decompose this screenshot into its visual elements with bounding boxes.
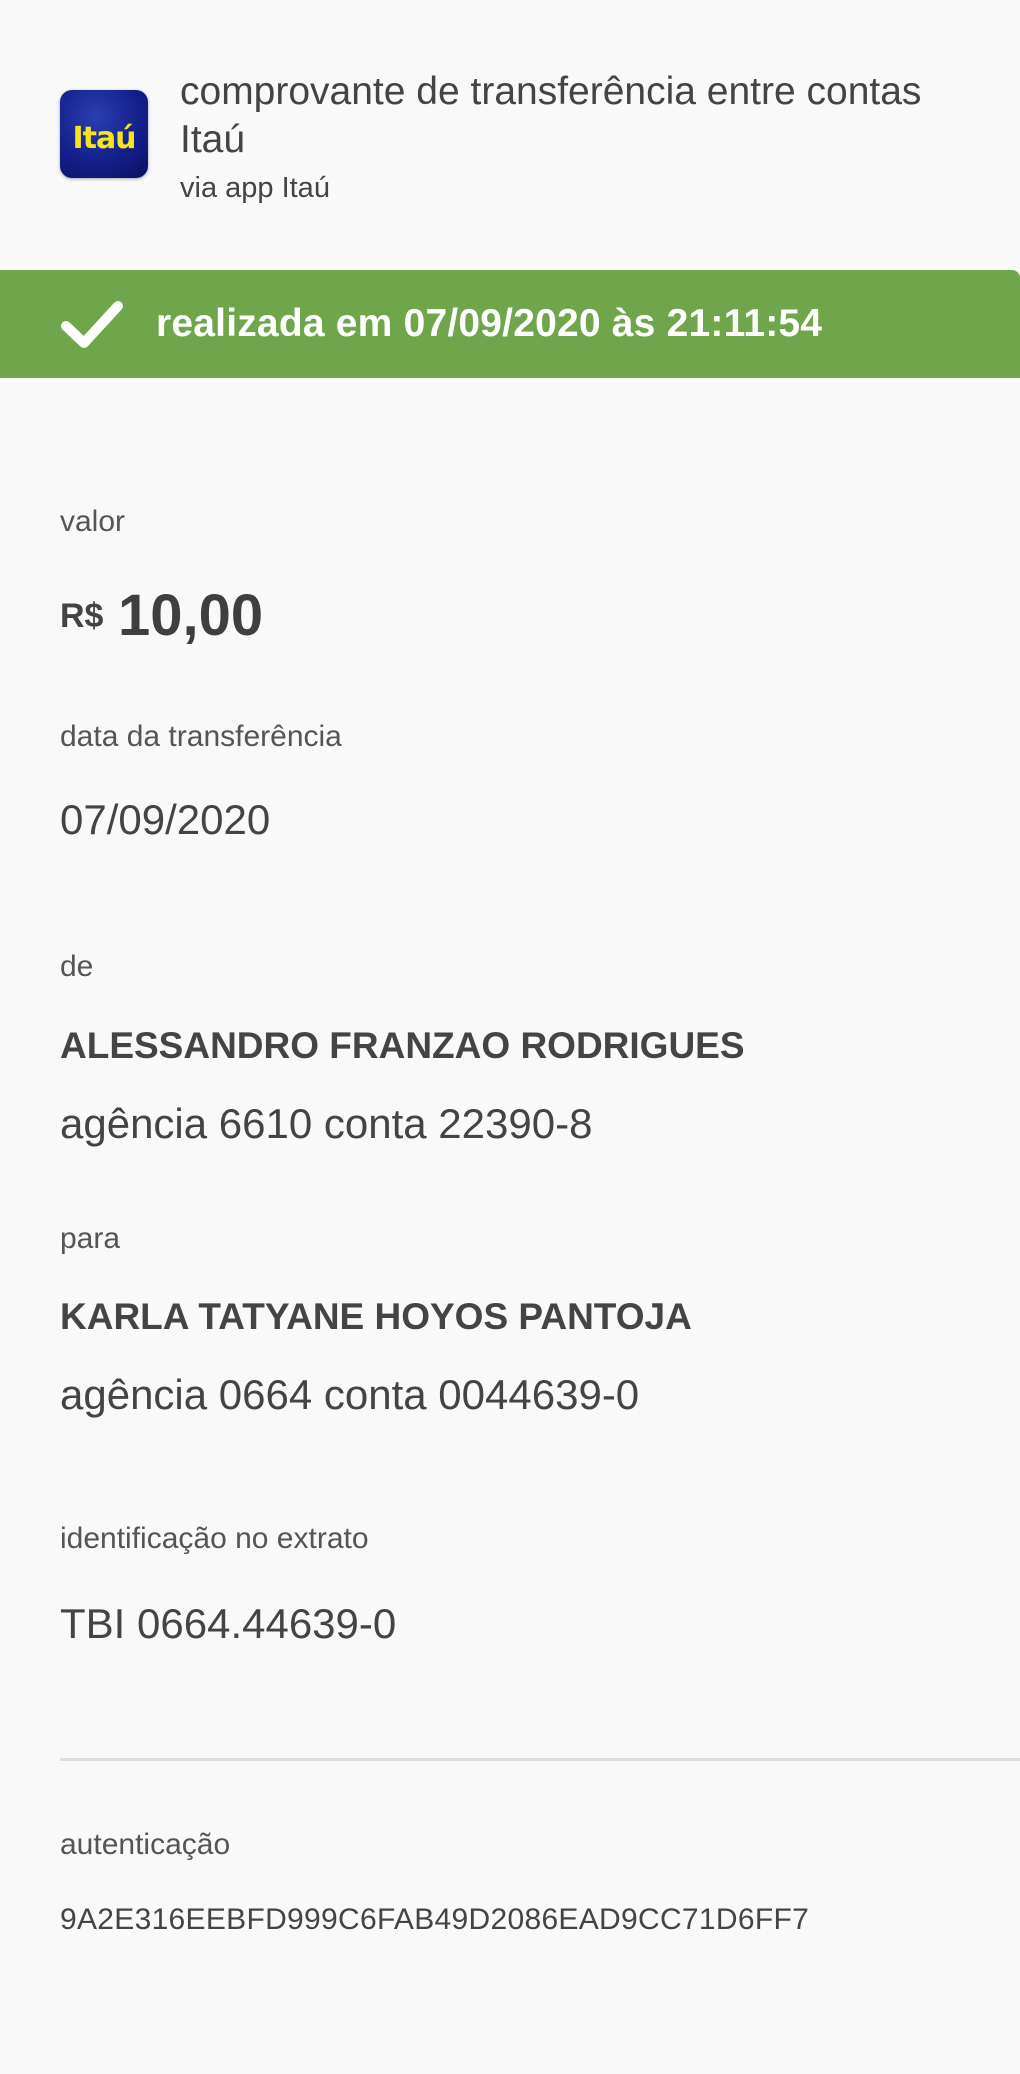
section-divider — [60, 1758, 1020, 1761]
authentication-label: autenticação — [60, 1828, 231, 1861]
valor-label: valor — [60, 505, 126, 538]
status-banner: realizada em 07/09/2020 às 21:11:54 — [0, 270, 1020, 378]
receipt-header: Itaú comprovante de transferência entre … — [0, 0, 1020, 270]
from-name: ALESSANDRO FRANZAO RODRIGUES — [60, 1025, 745, 1066]
from-account: agência 6610 conta 22390-8 — [60, 1100, 593, 1147]
amount-value: 10,00 — [118, 583, 264, 648]
to-label: para — [60, 1222, 121, 1255]
transfer-date-label: data da transferência — [60, 720, 342, 753]
itau-logo-text: Itaú — [72, 120, 136, 156]
page-subtitle: via app Itaú — [180, 172, 330, 204]
transfer-date-value: 07/09/2020 — [60, 796, 271, 843]
statement-id-value: TBI 0664.44639-0 — [60, 1600, 397, 1647]
authentication-code: 9A2E316EEBFD999C6FAB49D2086EAD9CC71D6FF7 — [60, 1903, 810, 1936]
checkmark-icon — [61, 301, 123, 348]
to-account: agência 0664 conta 0044639-0 — [60, 1371, 640, 1418]
status-text: realizada em 07/09/2020 às 21:11:54 — [156, 302, 823, 345]
to-name: KARLA TATYANE HOYOS PANTOJA — [60, 1296, 692, 1337]
from-label: de — [60, 950, 94, 983]
page-title: comprovante de transferência entre conta… — [180, 70, 922, 161]
statement-id-label: identificação no extrato — [60, 1522, 369, 1555]
currency-symbol: R$ — [60, 597, 104, 635]
itau-logo: Itaú — [60, 90, 148, 178]
